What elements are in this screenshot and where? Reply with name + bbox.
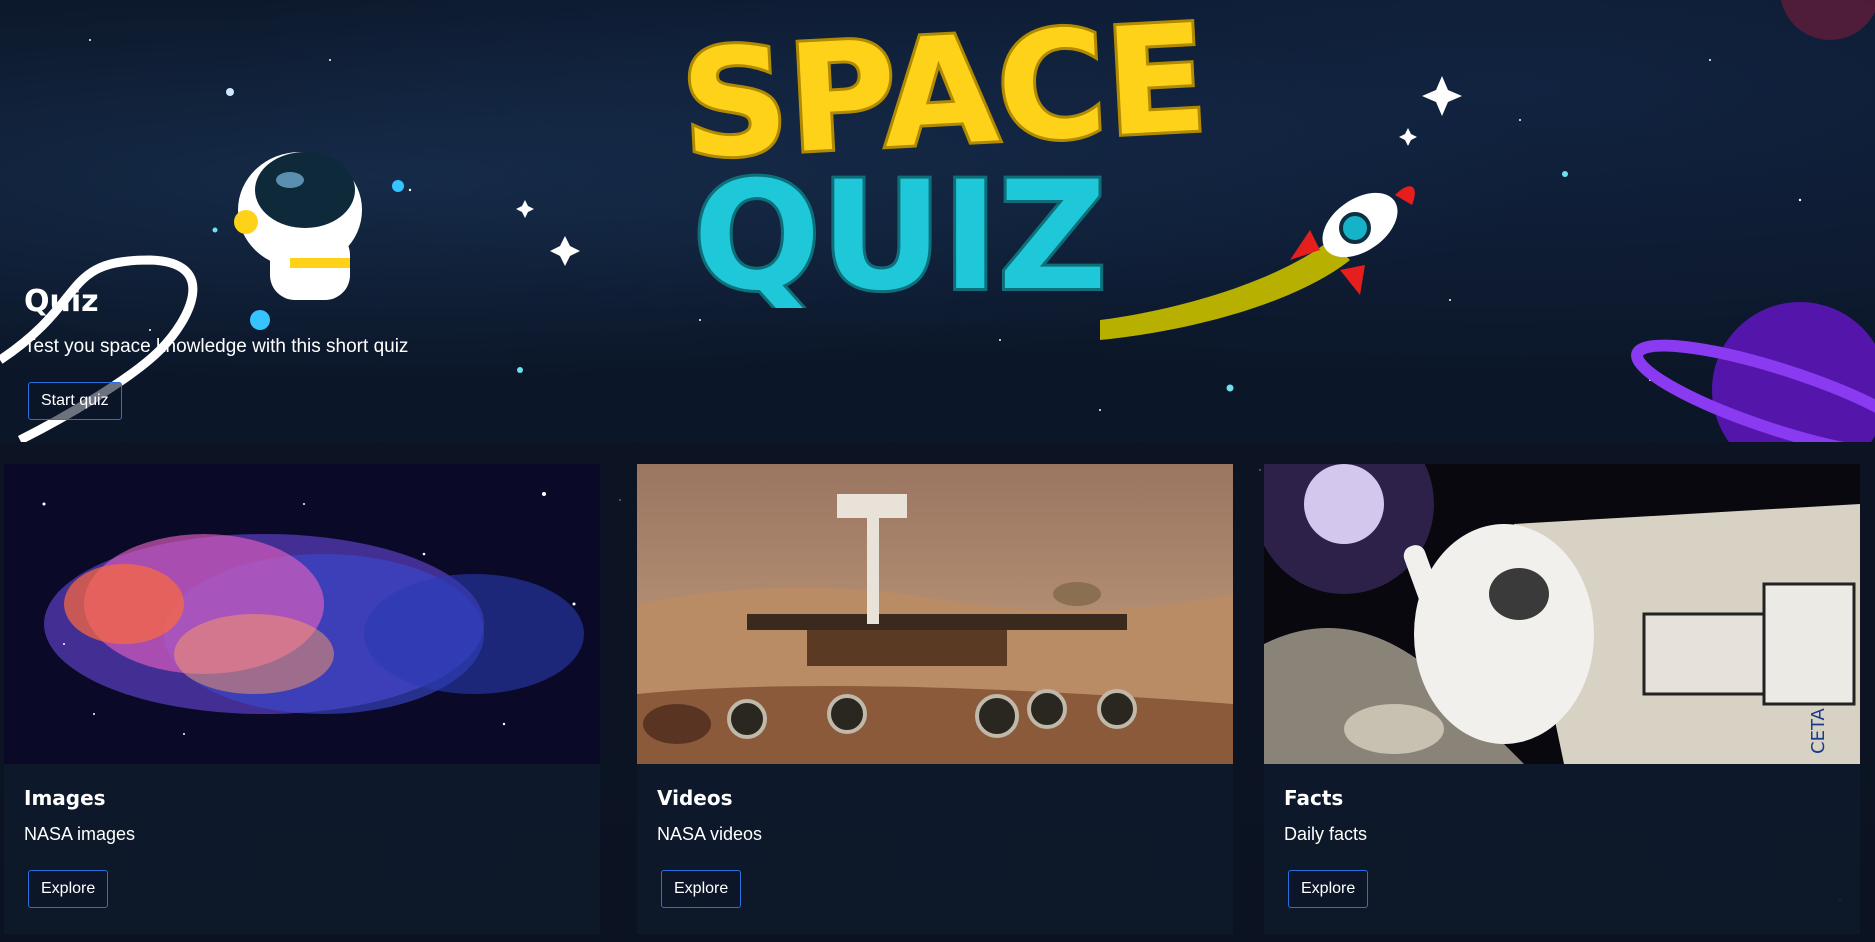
space-quiz-logo: SPACE QUIZ — [674, 8, 1214, 308]
card-subtitle: NASA images — [24, 824, 136, 844]
card-subtitle: NASA videos — [657, 824, 763, 844]
astronaut-spacewalk-image: CETA — [1264, 464, 1860, 764]
hero-subtitle: Test you space knowledge with this short… — [24, 336, 409, 357]
card-videos: Videos NASA videos Explore — [637, 464, 1233, 934]
nebula-image — [4, 464, 600, 764]
explore-videos-button[interactable]: Explore — [661, 870, 742, 908]
card-title: Facts — [1284, 786, 1344, 810]
mars-rover-image — [637, 464, 1233, 764]
explore-images-button[interactable]: Explore — [28, 870, 109, 908]
card-title: Videos — [657, 786, 733, 810]
svg-text:CETA: CETA — [1808, 707, 1829, 754]
card-subtitle: Daily facts — [1284, 824, 1368, 844]
card-facts: CETA Facts Daily facts Explore — [1264, 464, 1860, 934]
planet-illustration — [1631, 302, 1875, 442]
hero-title: Quiz — [24, 284, 99, 319]
explore-facts-button[interactable]: Explore — [1288, 870, 1369, 908]
logo-line-2: QUIZ — [693, 150, 1107, 308]
card-title: Images — [24, 786, 106, 810]
start-quiz-button[interactable]: Start quiz — [28, 382, 122, 420]
card-images: Images NASA images Explore — [4, 464, 600, 934]
hero-banner: SPACE QUIZ Quiz Test you space knowledge… — [0, 0, 1875, 442]
